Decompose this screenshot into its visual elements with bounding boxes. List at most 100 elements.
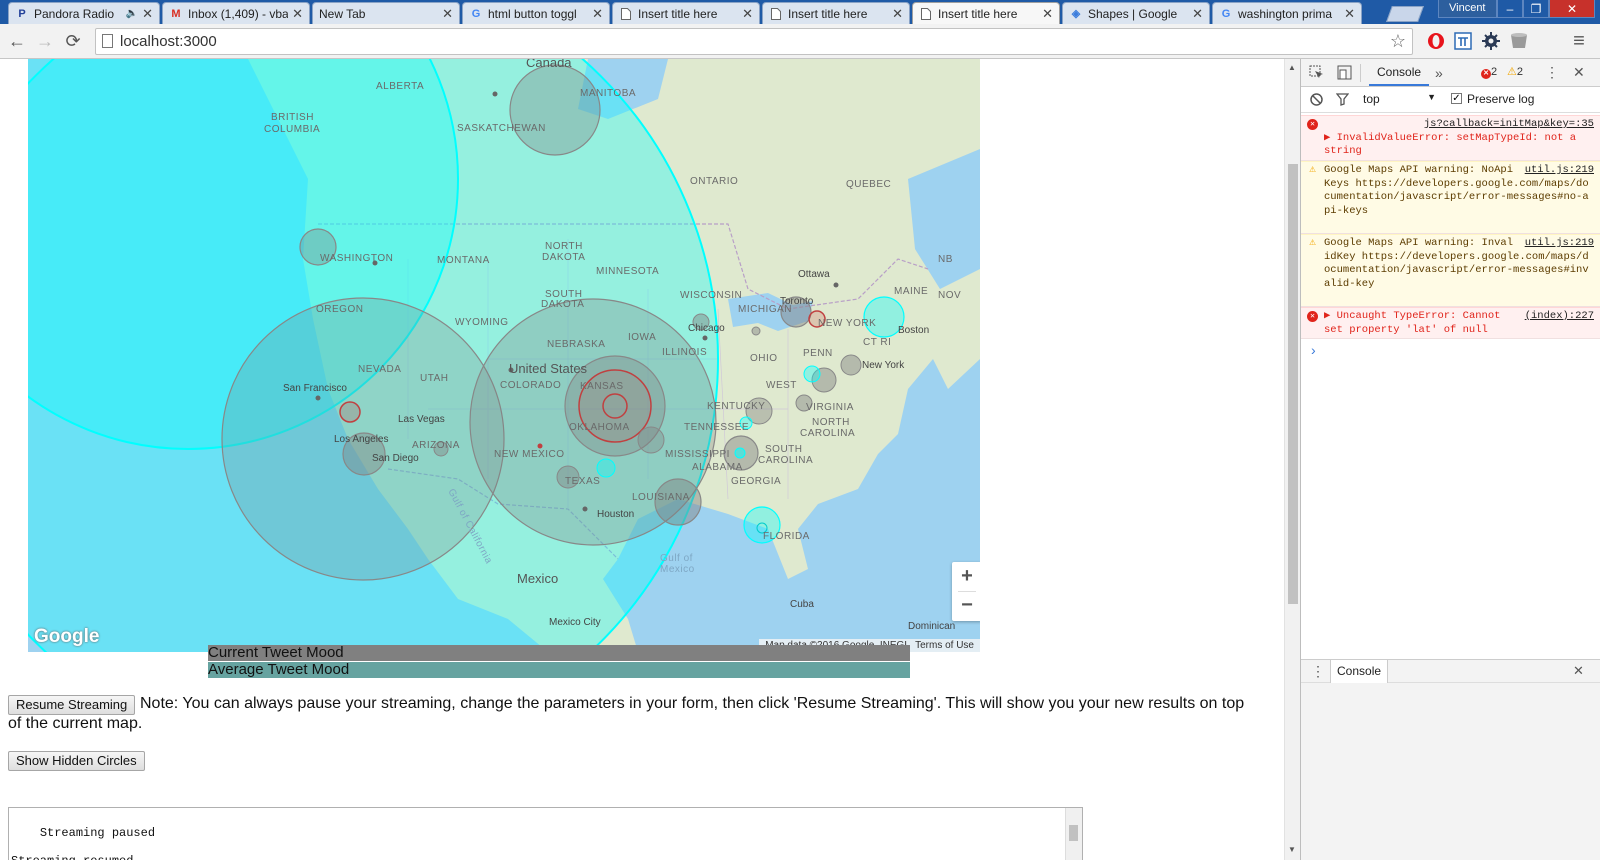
zoom-out-button[interactable]: − [952,591,980,620]
console-prompt[interactable]: › [1311,342,1316,358]
warning-count-badge[interactable]: ⚠2 [1507,65,1523,78]
forward-button[interactable]: → [33,29,57,53]
google-icon: G [471,7,481,20]
tab-insert-title-1[interactable]: Insert title here ✕ [612,2,760,24]
more-tabs-button[interactable]: » [1435,65,1443,81]
filter-icon[interactable] [1335,93,1350,109]
tab-new-tab[interactable]: New Tab ✕ [312,2,460,24]
tab-close-icon[interactable]: ✕ [142,6,153,22]
tab-title: washington prima [1238,6,1333,21]
map-label-alabama: ALABAMA [692,462,743,473]
reload-button[interactable]: ⟳ [61,29,85,53]
console-drawer-body[interactable] [1301,683,1600,860]
map-label-nebraska: NEBRASKA [547,339,606,350]
clear-console-icon[interactable] [1310,93,1323,109]
minimize-button[interactable]: – [1497,0,1523,18]
tab-insert-title-active[interactable]: Insert title here ✕ [912,2,1060,24]
console-warning-message[interactable]: ⚠ util.js:219 Google Maps API warning: I… [1301,234,1600,307]
chrome-menu-button[interactable]: ≡ [1567,29,1591,53]
map-label-montana: MONTANA [437,255,490,266]
gray-circle-arkansas [637,426,665,454]
close-drawer-icon[interactable]: ✕ [1573,663,1584,679]
cup-extension-icon[interactable] [1508,30,1530,52]
map-label-north-dakota-1: NORTH [545,241,583,252]
tab-html-button[interactable]: G html button toggl ✕ [462,2,610,24]
inspect-element-icon[interactable] [1309,65,1324,83]
streaming-log-textarea[interactable]: Streaming paused Streaming resumed [8,807,1083,860]
address-url[interactable]: localhost:3000 [120,33,217,50]
address-bar[interactable]: localhost:3000 ☆ [95,28,1413,55]
error-count-badge[interactable]: ✕ 2 [1481,66,1497,79]
console-error-message[interactable]: ✕ js?callback=initMap&key=:35 ▶ InvalidV… [1301,115,1600,161]
tab-close-icon[interactable]: ✕ [892,6,903,22]
context-select[interactable]: top ▼ [1363,92,1436,106]
zoom-in-button[interactable]: + [952,562,980,591]
speaker-icon[interactable]: 🔈 [126,8,138,19]
console-warning-message[interactable]: ⚠ util.js:219 Google Maps API warning: N… [1301,161,1600,234]
device-toolbar-icon[interactable] [1337,65,1352,83]
error-icon: ✕ [1307,311,1318,322]
city-dot [582,506,588,512]
restore-button[interactable]: ❐ [1523,0,1549,18]
tab-gmail[interactable]: M Inbox (1,409) - vba ✕ [162,2,310,24]
map-label-penn: PENN [803,348,833,359]
close-devtools-icon[interactable]: ✕ [1573,64,1585,81]
map-label-gulf-of-mexico-2: Mexico [660,564,695,575]
map-label-mississippi: MISSISSIPPI [665,449,730,460]
map-label-gulf-of-mexico-1: Gulf of [660,553,693,564]
message-source-link[interactable]: util.js:219 [1525,237,1594,251]
tab-close-icon[interactable]: ✕ [592,6,603,22]
tab-close-icon[interactable]: ✕ [742,6,753,22]
gray-circle-penn [840,354,862,376]
map-label-british-columbia-1: BRITISH [271,112,314,123]
back-button[interactable]: ← [5,29,29,53]
map-label-mexico: Mexico [517,571,559,586]
preserve-log-label[interactable]: Preserve log [1467,92,1534,106]
console-error-message[interactable]: ✕ (index):227 ▶ Uncaught TypeError: Cann… [1301,307,1600,339]
pi-icon[interactable] [1452,30,1474,52]
tab-close-icon[interactable]: ✕ [1192,6,1203,22]
page-scrollbar-thumb[interactable] [1288,164,1298,604]
tab-washington[interactable]: G washington prima ✕ [1212,2,1362,24]
scroll-up-arrow-icon[interactable]: ▲ [1288,63,1296,72]
log-scrollbar[interactable] [1065,808,1082,860]
scroll-down-arrow-icon[interactable]: ▼ [1288,845,1296,854]
message-source-link[interactable]: (index):227 [1525,310,1594,324]
gray-circle-canada [509,64,601,156]
devtools-menu-icon[interactable]: ⋮ [1545,64,1559,81]
map-label-united-states: United States [509,361,588,376]
profile-button[interactable]: Vincent [1438,0,1497,18]
message-source-link[interactable]: js?callback=initMap&key=:35 [1424,118,1594,132]
bookmark-star-icon[interactable]: ☆ [1390,31,1406,52]
tab-close-icon[interactable]: ✕ [442,6,453,22]
message-source-link[interactable]: util.js:219 [1525,164,1594,178]
gear-extension-icon[interactable] [1480,30,1502,52]
tab-close-icon[interactable]: ✕ [1344,6,1355,22]
tab-close-icon[interactable]: ✕ [292,6,303,22]
tab-title: Insert title here [788,6,868,21]
map-label-cuba: Cuba [790,599,814,610]
tab-shapes-google[interactable]: ◈ Shapes | Google ✕ [1062,2,1210,24]
map-label-kentucky: KENTUCKY [707,401,766,412]
tab-insert-title-2[interactable]: Insert title here ✕ [762,2,910,24]
preserve-log-checkbox[interactable]: ✓ [1451,93,1462,104]
page-info-icon[interactable] [102,34,113,48]
tab-pandora[interactable]: P Pandora Radio 🔈 ✕ [8,2,160,24]
map-label-nevada: NEVADA [358,364,402,375]
tab-close-icon[interactable]: ✕ [1042,6,1053,22]
drawer-menu-icon[interactable]: ⋮ [1311,663,1325,680]
new-tab-button[interactable] [1386,6,1424,22]
tab-title: Pandora Radio [34,6,115,21]
map-label-iowa: IOWA [628,332,657,343]
drawer-tab-console[interactable]: Console [1330,660,1389,683]
show-hidden-circles-button[interactable]: Show Hidden Circles [8,751,145,771]
opera-icon[interactable] [1425,30,1447,52]
page-scrollbar[interactable]: ▲ ▼ [1284,59,1300,860]
log-scrollbar-thumb[interactable] [1069,825,1078,841]
map-label-mexico-city: Mexico City [549,617,601,628]
tab-console[interactable]: Console [1369,59,1430,86]
close-window-button[interactable]: ✕ [1549,0,1595,18]
terms-of-use-link[interactable]: Terms of Use [915,640,974,651]
map-label-san-francisco: San Francisco [283,383,347,394]
google-map[interactable]: Canada ALBERTA BRITISH COLUMBIA MANITOBA… [28,59,980,652]
